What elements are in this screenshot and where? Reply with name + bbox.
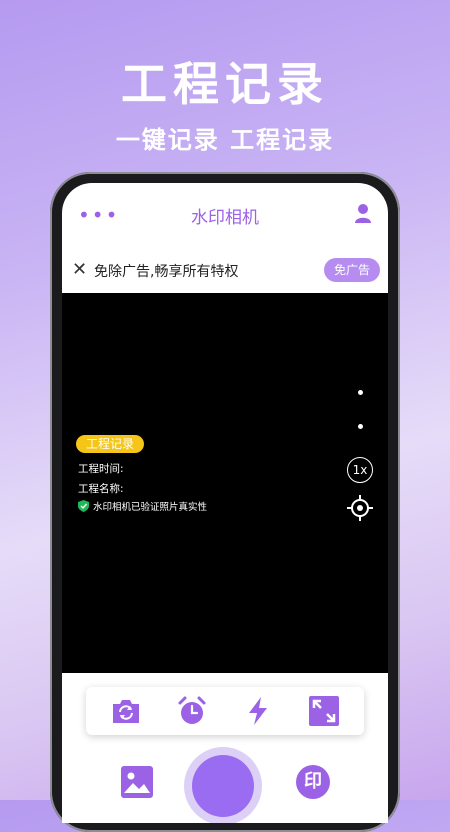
user-icon[interactable] (354, 203, 372, 223)
app-bar: ••• 水印相机 (62, 183, 388, 245)
flash-icon[interactable] (242, 695, 274, 727)
promo-title: 工程记录 (121, 57, 329, 111)
ad-text: 免除广告,畅享所有特权 (94, 264, 239, 280)
ad-bar: ✕ 免除广告,畅享所有特权 免广告 (62, 245, 388, 293)
shutter-button[interactable] (192, 755, 254, 817)
watermark-time: 工程时间: (78, 463, 124, 475)
expand-icon[interactable] (308, 695, 340, 727)
camera-preview[interactable]: 工程记录 工程时间: 工程名称: 水印相机已验证照片真实性 1x (62, 293, 388, 673)
watermark-stamp-button[interactable]: 印 (296, 765, 330, 799)
watermark-name: 工程名称: (78, 483, 124, 495)
verified-shield-icon (78, 500, 89, 512)
remove-ads-button[interactable]: 免广告 (324, 258, 380, 282)
watermark-tag[interactable]: 工程记录 (76, 435, 145, 453)
gallery-icon[interactable] (120, 765, 154, 799)
promo-subtitle: 一键记录 工程记录 (115, 126, 335, 154)
alarm-timer-icon[interactable] (176, 695, 208, 727)
app-title: 水印相机 (191, 208, 259, 228)
close-icon[interactable]: ✕ (72, 259, 87, 280)
zoom-button[interactable]: 1x (347, 457, 373, 483)
indicator-dot (358, 424, 363, 429)
indicator-dot (358, 390, 363, 395)
focus-target-icon[interactable] (347, 495, 373, 521)
camera-flip-icon[interactable] (110, 695, 142, 727)
camera-toolbar (86, 687, 364, 735)
app-screen: ••• 水印相机 ✕ 免除广告,畅享所有特权 免广告 工程记录 工程时间: 工程… (62, 183, 388, 823)
bottom-panel: 印 (62, 673, 388, 823)
watermark-verify: 水印相机已验证照片真实性 (78, 499, 207, 513)
verify-text: 水印相机已验证照片真实性 (93, 502, 208, 513)
